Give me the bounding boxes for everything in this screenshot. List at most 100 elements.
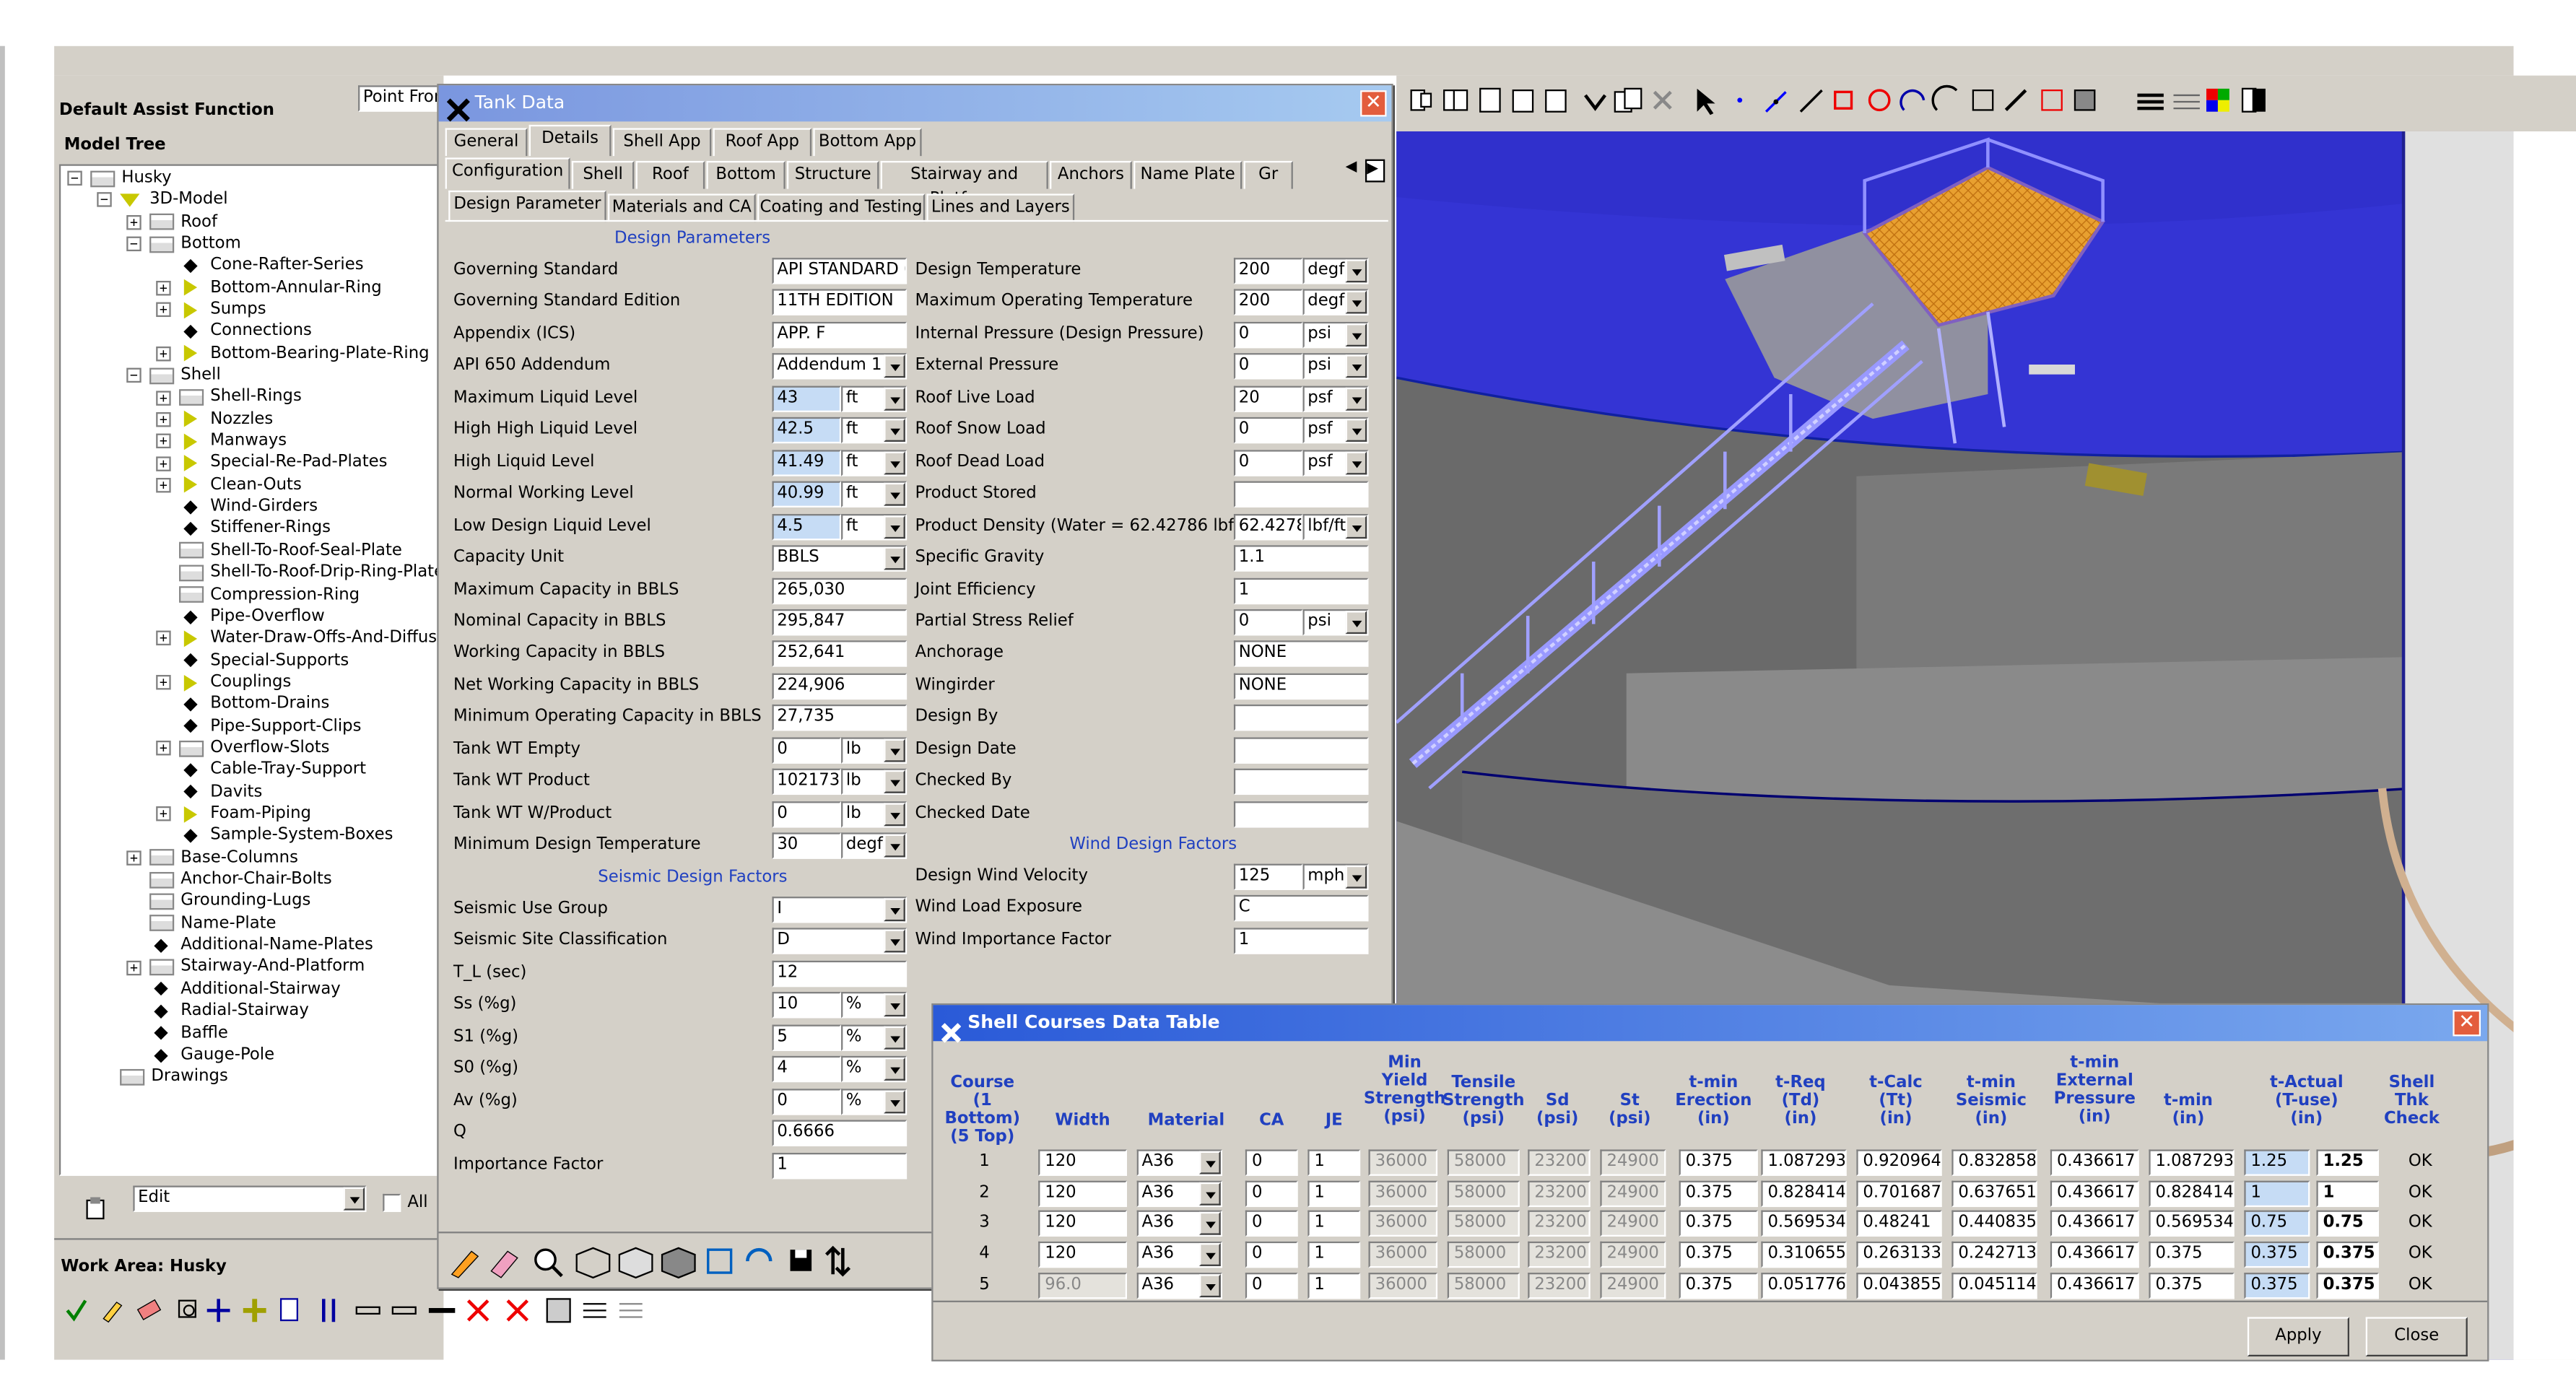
tab-name-plate[interactable]: Name Plate xyxy=(1133,160,1243,189)
tab-structure[interactable]: Structure xyxy=(786,160,879,189)
table-cell[interactable]: 0 xyxy=(1245,1242,1298,1268)
unit-dropdown[interactable]: % xyxy=(841,1056,908,1083)
tab-details[interactable]: Details xyxy=(528,124,612,157)
unit-dropdown[interactable]: psf xyxy=(1302,385,1369,412)
tree-node[interactable]: Radial-Stairway xyxy=(126,1001,309,1022)
field-input[interactable]: 265,030 xyxy=(772,577,908,604)
tree-node[interactable]: + Bottom-Bearing-Plate-Ring xyxy=(156,343,430,365)
expander-icon[interactable]: + xyxy=(156,346,171,362)
field-input[interactable]: 12 xyxy=(772,960,908,987)
expander-icon[interactable]: − xyxy=(97,192,112,208)
all-checkbox[interactable] xyxy=(383,1193,401,1212)
tab-gr[interactable]: Gr xyxy=(1243,160,1293,189)
unit-dropdown[interactable]: ft xyxy=(841,481,908,508)
unit-dropdown[interactable]: psf xyxy=(1302,449,1369,476)
expander-icon[interactable]: + xyxy=(156,631,171,646)
field-input[interactable]: 4.5 xyxy=(772,513,842,540)
dropdown-arrow-icon[interactable] xyxy=(884,898,905,922)
tree-node[interactable]: Compression-Ring xyxy=(156,584,360,606)
tree-node[interactable]: Baffle xyxy=(126,1022,228,1044)
field-input[interactable]: 0 xyxy=(1233,353,1303,380)
unit-dropdown[interactable]: lb xyxy=(841,801,908,827)
field-input[interactable]: 30 xyxy=(772,832,842,859)
table-cell[interactable]: 1 xyxy=(2244,1180,2310,1207)
tree-node[interactable]: + Water-Draw-Offs-And-Diffusers xyxy=(156,628,442,650)
field-input[interactable]: 0 xyxy=(1233,609,1303,636)
material-dropdown[interactable]: A36 xyxy=(1136,1180,1222,1207)
dropdown-arrow-icon[interactable] xyxy=(1199,1182,1221,1206)
dropdown-arrow-icon[interactable] xyxy=(884,802,905,826)
dropdown-arrow-icon[interactable] xyxy=(884,515,905,539)
field-input[interactable]: 0 xyxy=(772,736,842,764)
tree-node[interactable]: Additional-Stairway xyxy=(126,979,341,1001)
tree-node[interactable]: Additional-Name-Plates xyxy=(126,935,373,956)
field-input[interactable]: 11TH EDITION xyxy=(772,289,908,316)
unit-dropdown[interactable]: psi xyxy=(1302,353,1369,380)
tree-node[interactable]: Shell-To-Roof-Drip-Ring-Plate xyxy=(156,562,442,584)
table-cell[interactable]: 0 xyxy=(1245,1149,1298,1176)
tree-node[interactable]: Sample-System-Boxes xyxy=(156,825,393,847)
expander-icon[interactable]: + xyxy=(156,390,171,405)
clipboard-icon[interactable] xyxy=(84,1189,107,1220)
tree-node[interactable]: Shell-To-Roof-Seal-Plate xyxy=(156,540,402,562)
table-cell[interactable]: 120 xyxy=(1038,1180,1127,1207)
dropdown-arrow-icon[interactable] xyxy=(884,930,905,954)
tree-node[interactable]: + Manways xyxy=(156,430,287,452)
table-cell[interactable]: 1 xyxy=(1307,1272,1361,1299)
dropdown-arrow-icon[interactable] xyxy=(884,546,905,570)
unit-dropdown[interactable]: degf xyxy=(841,832,908,859)
table-cell[interactable]: 0.375 xyxy=(2244,1272,2310,1299)
table-cell[interactable]: 120 xyxy=(1038,1211,1127,1237)
unit-dropdown[interactable]: ft xyxy=(841,513,908,540)
tree-node[interactable]: Bottom-Drains xyxy=(156,694,329,715)
field-input[interactable]: 42.5 xyxy=(772,417,842,444)
expander-icon[interactable]: + xyxy=(156,806,171,821)
tab-roof-app[interactable]: Roof App xyxy=(713,128,812,157)
tree-node[interactable]: Gauge-Pole xyxy=(126,1045,274,1066)
expander-icon[interactable]: − xyxy=(126,367,142,383)
tree-node[interactable]: + Bottom-Annular-Ring xyxy=(156,277,382,299)
field-input[interactable]: 224,906 xyxy=(772,673,908,699)
field-input[interactable]: 252,641 xyxy=(772,641,908,668)
dropdown-arrow-icon[interactable] xyxy=(884,994,905,1017)
table-cell[interactable]: 0.75 xyxy=(2244,1211,2310,1237)
tab-general[interactable]: General xyxy=(445,128,528,157)
expander-icon[interactable]: + xyxy=(126,959,142,975)
material-dropdown[interactable]: A36 xyxy=(1136,1272,1222,1299)
dropdown-arrow-icon[interactable] xyxy=(884,387,905,411)
dropdown-arrow-icon[interactable] xyxy=(884,483,905,506)
table-cell[interactable]: 1 xyxy=(1307,1242,1361,1268)
field-input[interactable]: 41.49 xyxy=(772,449,842,476)
close-button[interactable]: Close xyxy=(2365,1317,2468,1357)
table-cell[interactable]: 0 xyxy=(1245,1272,1298,1299)
expander-icon[interactable]: + xyxy=(156,411,171,427)
field-dropdown[interactable]: BBLS xyxy=(772,545,908,572)
field-input[interactable]: 1 xyxy=(1233,928,1369,954)
dropdown-arrow-icon[interactable] xyxy=(1345,450,1367,474)
field-input[interactable]: 295,847 xyxy=(772,609,908,636)
tab-shell[interactable]: Shell xyxy=(571,160,635,189)
tab-anchors[interactable]: Anchors xyxy=(1050,160,1132,189)
tab-coating-and-testing[interactable]: Coating and Testing xyxy=(757,193,926,222)
tree-node[interactable]: Cone-Rafter-Series xyxy=(156,255,364,276)
tree-node[interactable]: Wind-Girders xyxy=(156,497,318,518)
material-dropdown[interactable]: A36 xyxy=(1136,1149,1222,1176)
tree-node[interactable]: + Special-Re-Pad-Plates xyxy=(156,453,388,474)
expander-icon[interactable]: + xyxy=(156,433,171,449)
unit-dropdown[interactable]: psi xyxy=(1302,321,1369,349)
tree-node[interactable]: Name-Plate xyxy=(126,913,277,935)
tab-scroll-left-icon[interactable]: ◀ xyxy=(1346,160,1365,183)
tree-node[interactable]: Anchor-Chair-Bolts xyxy=(126,869,332,891)
unit-dropdown[interactable]: ft xyxy=(841,417,908,444)
material-dropdown[interactable]: A36 xyxy=(1136,1242,1222,1268)
table-cell[interactable]: 1 xyxy=(1307,1149,1361,1176)
table-cell[interactable]: 1.25 xyxy=(2244,1149,2310,1176)
dropdown-arrow-icon[interactable] xyxy=(1345,259,1367,283)
table-cell[interactable]: 1 xyxy=(1307,1180,1361,1207)
tab-bottom[interactable]: Bottom xyxy=(706,160,786,189)
dropdown-arrow-icon[interactable] xyxy=(1345,355,1367,379)
field-dropdown[interactable]: I xyxy=(772,897,908,923)
field-input[interactable]: 0 xyxy=(772,1088,842,1115)
dropdown-arrow-icon[interactable] xyxy=(884,1089,905,1113)
material-dropdown[interactable]: A36 xyxy=(1136,1211,1222,1237)
